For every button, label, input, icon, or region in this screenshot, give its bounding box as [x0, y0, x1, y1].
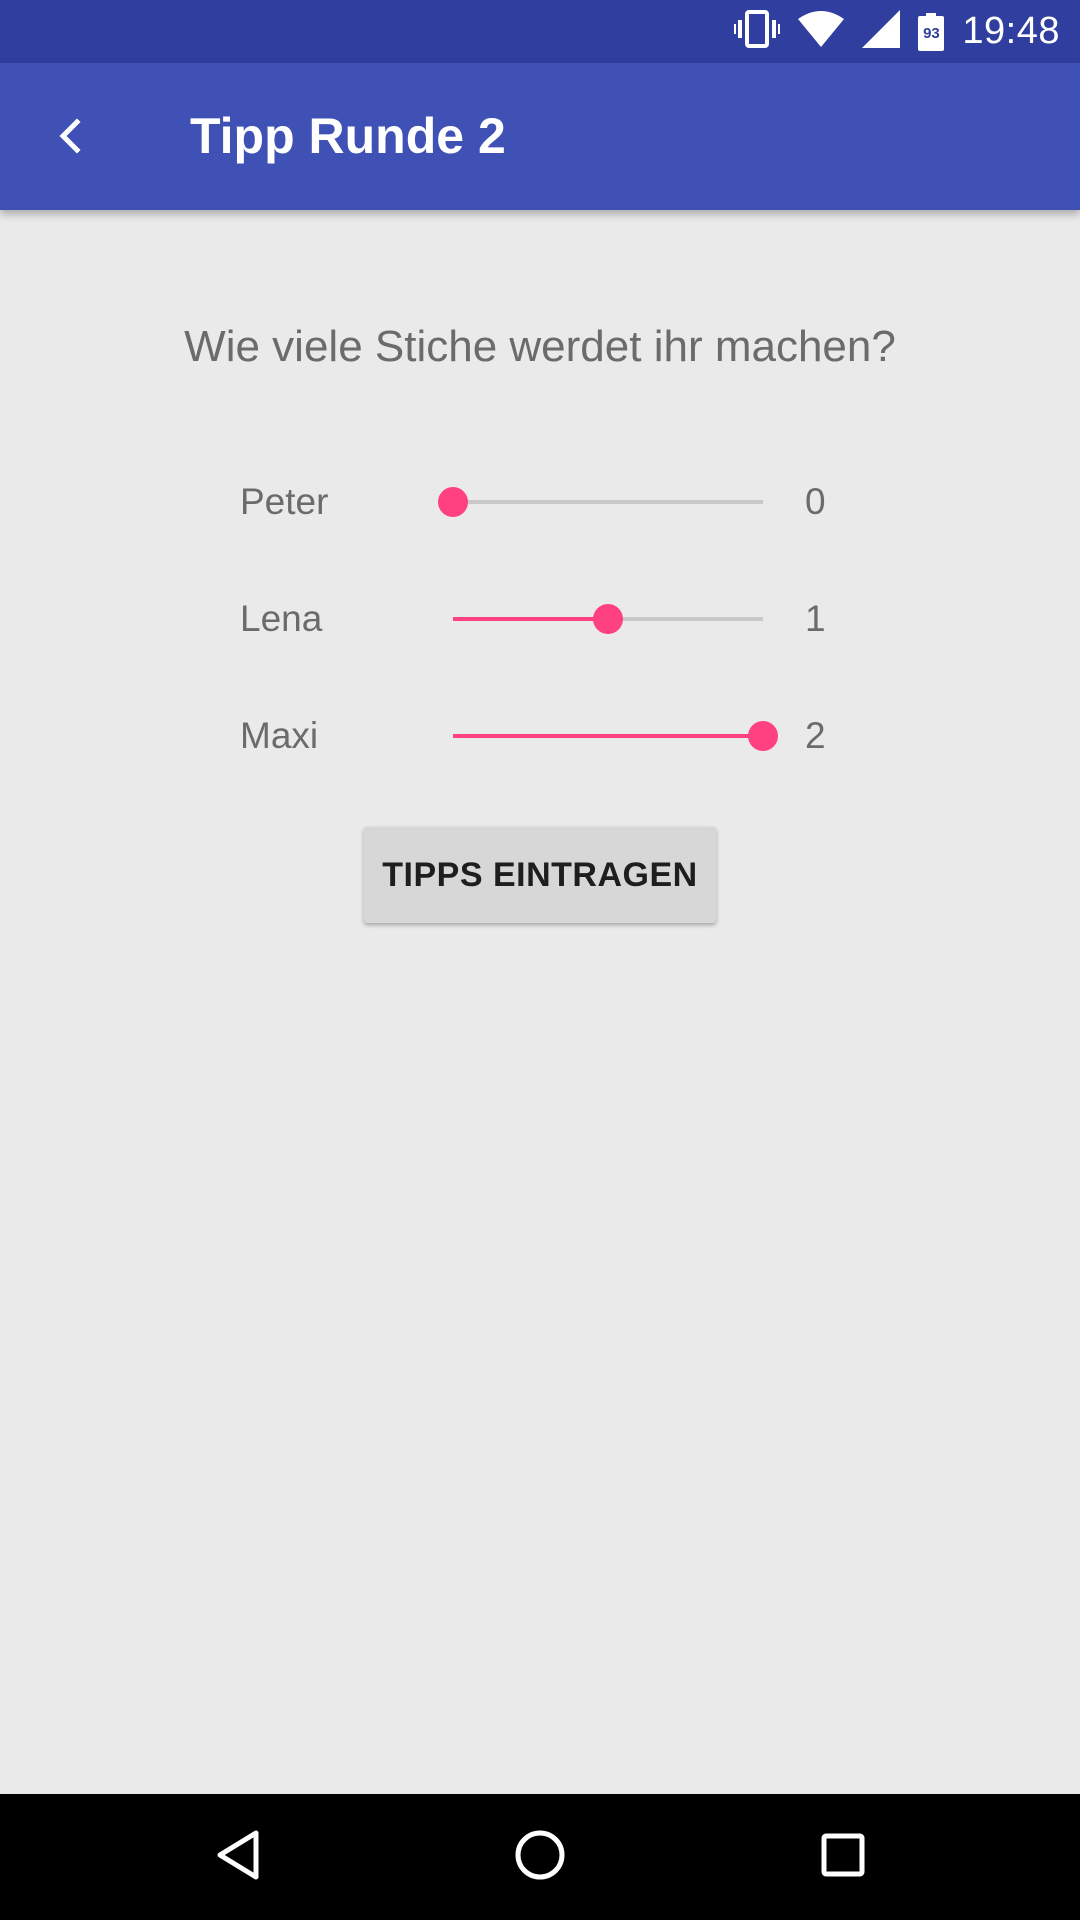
status-icons: 93 19:48 [734, 0, 1060, 63]
player-tip-value: 2 [805, 715, 826, 756]
app-bar: Tipp Runde 2 [0, 63, 1080, 210]
player-row-lena: Lena 1 [0, 579, 1080, 659]
slider-track [453, 500, 763, 504]
status-time: 19:48 [962, 10, 1060, 52]
battery-level: 93 [923, 25, 940, 42]
wifi-icon [798, 11, 845, 52]
tip-slider-peter[interactable] [438, 462, 763, 542]
nav-home-icon [514, 1829, 566, 1886]
slider-fill [453, 617, 608, 621]
back-button[interactable] [36, 103, 106, 173]
submit-tips-button[interactable]: TIPPS EINTRAGEN [364, 827, 716, 923]
player-name: Maxi [240, 715, 319, 756]
vibrate-icon [734, 9, 781, 54]
question-text: Wie viele Stiche werdet ihr machen? [184, 322, 896, 371]
nav-recents-button[interactable] [808, 1822, 878, 1892]
player-tip-value: 1 [805, 598, 826, 639]
back-arrow-icon [55, 116, 87, 161]
nav-recents-icon [820, 1832, 866, 1883]
page-title: Tipp Runde 2 [190, 108, 506, 164]
tip-slider-lena[interactable] [453, 579, 763, 659]
player-name: Peter [240, 481, 329, 522]
nav-back-icon [214, 1829, 260, 1886]
player-row-peter: Peter 0 [0, 462, 1080, 542]
navigation-bar [0, 1794, 1080, 1920]
player-tip-value: 0 [805, 481, 826, 522]
status-bar: 93 19:48 [0, 0, 1080, 63]
slider-fill [453, 734, 763, 738]
battery-icon: 93 [918, 12, 945, 51]
cell-signal-icon [862, 10, 901, 53]
slider-thumb[interactable] [438, 487, 468, 517]
slider-thumb[interactable] [748, 721, 778, 751]
player-name: Lena [240, 598, 323, 639]
tip-slider-maxi[interactable] [453, 696, 778, 776]
nav-back-button[interactable] [202, 1822, 272, 1892]
slider-thumb[interactable] [593, 604, 623, 634]
nav-home-button[interactable] [505, 1822, 575, 1892]
player-row-maxi: Maxi 2 [0, 696, 1080, 776]
